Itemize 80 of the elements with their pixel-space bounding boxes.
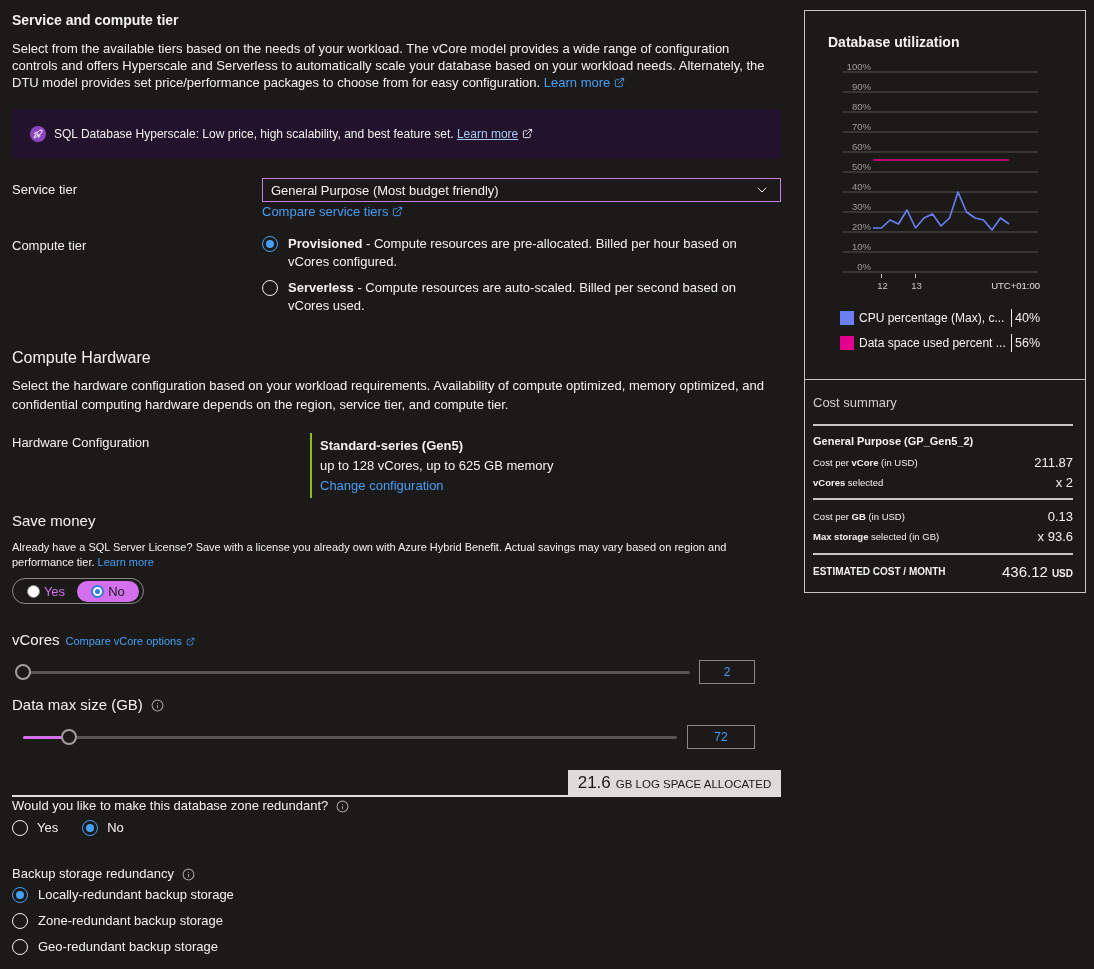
question-text: Would you like to make this database zone redundant? [12, 797, 329, 815]
axis-title: UTC+01:00 [991, 280, 1040, 291]
field-label: vCores [12, 630, 60, 650]
legend-label: Data space used percent ... [859, 335, 1007, 351]
log-space-unit: GB LOG SPACE ALLOCATED [615, 778, 772, 790]
y-axis-label: 20% [852, 220, 871, 232]
radio-option[interactable]: Zone-redundant backup storage [12, 912, 781, 930]
slider-thumb[interactable] [60, 729, 77, 745]
legend-value: 40% [1015, 310, 1041, 326]
hardware-name: Standard-series (Gen5) [320, 437, 465, 455]
hardware-details: up to 128 vCores, up to 625 GB memory [320, 457, 555, 475]
cost-label: Cost per vCore (in USD) [813, 456, 918, 468]
x-axis-label: 13 [911, 280, 922, 291]
change-configuration-link[interactable]: Change configuration [320, 478, 444, 493]
y-axis-label: 10% [852, 240, 871, 252]
toggle-option[interactable]: No [77, 580, 139, 602]
compare-link[interactable]: Compare vCore options [65, 635, 195, 647]
legend-label: CPU percentage (Max), c... [859, 310, 1006, 326]
radio-option[interactable]: No [82, 819, 124, 837]
total-amount: 436.12 [1002, 562, 1048, 580]
vcores-input[interactable]: 2 [699, 660, 755, 684]
external-link-icon [185, 637, 195, 646]
learn-more-link[interactable]: Learn more [543, 75, 626, 90]
field-label: Hardware Configuration [12, 434, 151, 452]
radio-option[interactable]: Provisioned - Compute resources are pre-allocated. Billed per hour based on vCores configured. [262, 235, 754, 271]
banner-text: SQL Database Hyperscale: Low price, high scalability, and best feature set. Learn more [54, 126, 534, 142]
compare-link[interactable]: Compare service tiers [262, 204, 404, 219]
y-axis-label: 100% [846, 60, 871, 72]
slider-thumb[interactable] [15, 664, 31, 680]
y-axis-label: 30% [852, 200, 871, 212]
radio-option[interactable]: Geo-redundant backup storage [12, 938, 781, 956]
field-label: Service tier [12, 181, 79, 199]
log-space-amount: 21.6 [577, 773, 611, 792]
legend-value: 56% [1015, 335, 1041, 351]
y-axis-label: 90% [852, 80, 871, 92]
learn-more-link[interactable]: Learn more [97, 556, 154, 568]
y-axis-label: 80% [852, 100, 871, 112]
total-label: ESTIMATED COST / MONTH [813, 565, 946, 577]
section-title: Compute Hardware [12, 348, 152, 368]
rocket-icon [30, 126, 46, 142]
x-axis-label: 12 [877, 280, 888, 291]
data-size-input[interactable]: 72 [687, 725, 755, 749]
radio-option[interactable]: Yes [12, 819, 59, 837]
cost-label: vCores selected [813, 476, 884, 488]
y-axis-label: 40% [852, 180, 871, 192]
service-tier-dropdown[interactable]: General Purpose (Most budget friendly) [262, 178, 781, 202]
field-label: Backup storage redundancy [12, 865, 174, 883]
external-link-icon [522, 128, 534, 139]
field-label: Data max size (GB) [12, 695, 143, 715]
description-text: Already have a SQL Server License? Save with a license you already own with Azure Hybrid Benefit. Actual savings may vary based on region and performance tier. Learn more [12, 540, 728, 570]
cost-value: 0.13 [1047, 508, 1073, 524]
info-icon [150, 698, 164, 712]
cost-label: Max storage selected (in GB) [813, 530, 940, 542]
radio-option[interactable]: Locally-redundant backup storage [12, 886, 781, 904]
learn-more-link[interactable]: Learn more [456, 127, 519, 141]
chart-title: Database utilization [828, 34, 961, 50]
info-icon [336, 799, 350, 813]
description-text: Select the hardware configuration based on your workload requirements. Availability of compute optimized, memory optimized, and confidential computing hardware depends on the region, service tier, and compute tier. [12, 377, 765, 414]
description-text: Select from the available tiers based on the needs of your workload. The vCore model provides a wide range of configuration controls and offers Hyperscale and Serverless to automatically scale your database based on your workload needs. Alternately, the DTU model provides set price/performance packages to choose from for easy configuration. Learn more [12, 40, 766, 91]
section-title: Save money [12, 511, 97, 531]
radio-option[interactable]: Serverless - Compute resources are auto-scaled. Billed per second based on vCores used. [262, 279, 754, 315]
currency-label: USD [1051, 567, 1073, 579]
cost-value: 211.87 [1034, 454, 1073, 470]
info-icon [181, 867, 195, 881]
y-axis-label: 70% [852, 120, 871, 132]
external-link-icon [392, 206, 404, 217]
external-link-icon [614, 77, 626, 88]
y-axis-label: 0% [857, 260, 871, 272]
tier-name: General Purpose (GP_Gen5_2) [813, 434, 975, 448]
toggle-option[interactable]: Yes [15, 580, 77, 602]
panel-title: Cost summary [813, 395, 898, 411]
radio-button[interactable] [26, 584, 40, 598]
field-label: Compute tier [12, 237, 88, 255]
y-axis-label: 60% [852, 140, 871, 152]
y-axis-label: 50% [852, 160, 871, 172]
cost-value: x 2 [1055, 474, 1073, 490]
cost-value: x 93.6 [1037, 528, 1073, 544]
radio-button[interactable] [91, 584, 105, 598]
cost-label: Cost per GB (in USD) [813, 510, 905, 522]
section-title: Service and compute tier [12, 12, 180, 29]
